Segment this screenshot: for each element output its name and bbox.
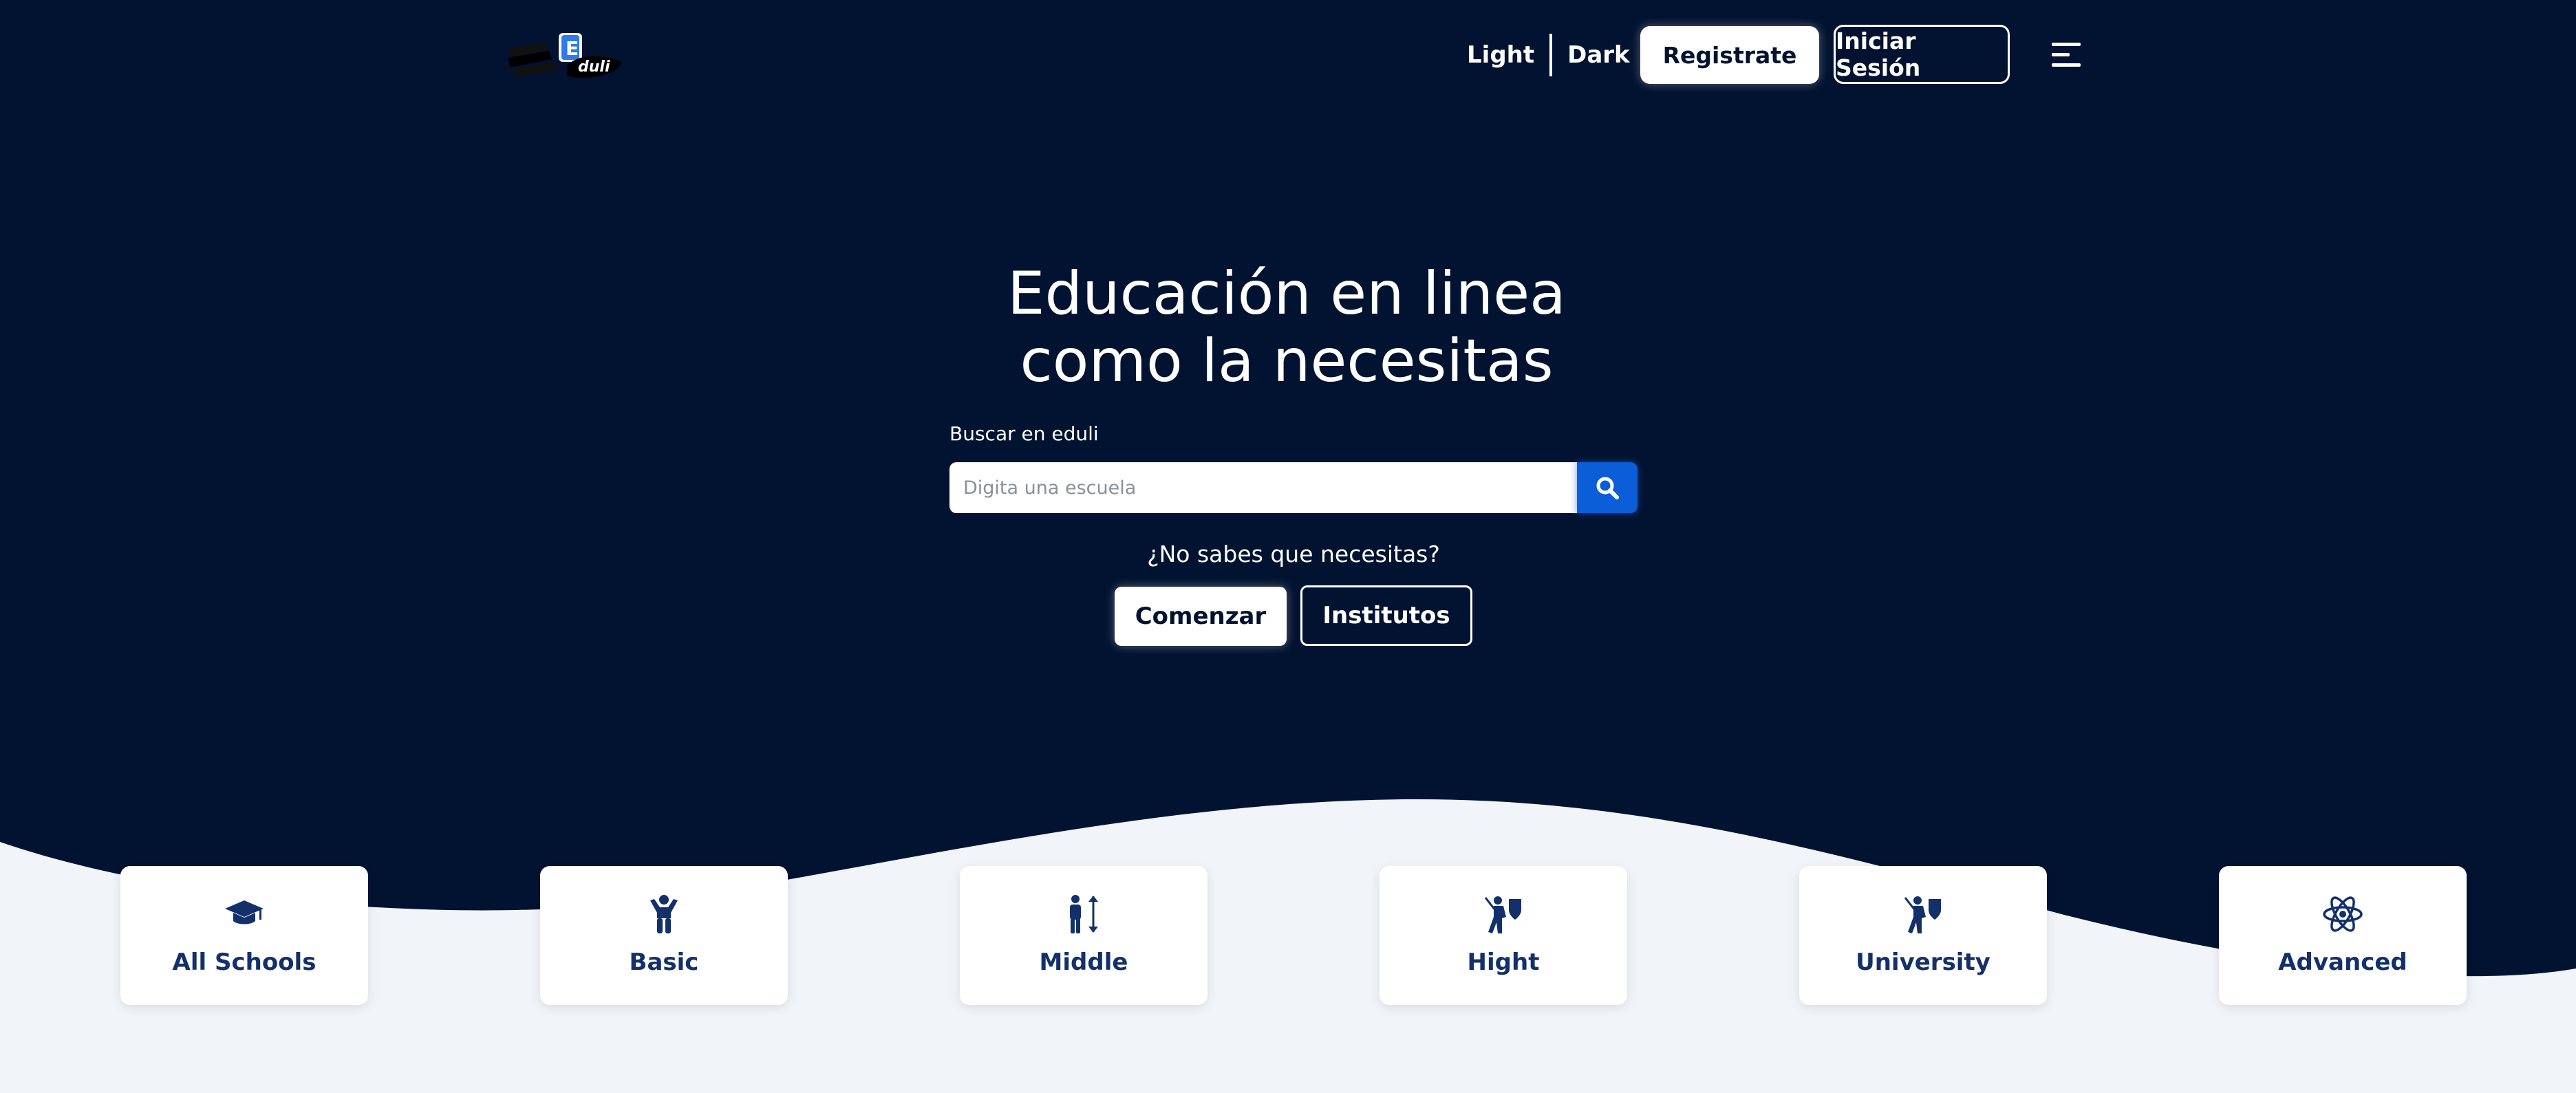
category-label: Middle [1039,949,1128,976]
institutes-button[interactable]: Institutos [1300,585,1472,646]
child-icon [650,895,678,933]
category-card-hight[interactable]: Hight [1380,866,1627,1005]
hero-title-line2: como la necesitas [1020,327,1554,396]
atom-icon [2323,896,2363,932]
category-card-middle[interactable]: Middle [960,866,1208,1005]
eduli-logo[interactable]: E duli [501,28,625,83]
search-button[interactable] [1577,462,1638,513]
category-card-all-schools[interactable]: All Schools [120,866,368,1005]
knight-shield-icon [1484,896,1521,933]
hero-title-line1: Educación en linea [1007,259,1566,328]
start-button[interactable]: Comenzar [1115,587,1287,646]
category-label: Basic [629,949,699,976]
hamburger-menu-icon[interactable] [2050,40,2082,70]
graduation-cap-icon [225,900,264,924]
person-height-icon [1070,895,1098,933]
login-button[interactable]: Iniciar Sesión [1834,25,2010,84]
search-label: Buscar en eduli [949,422,1099,445]
category-label: Advanced [2278,949,2407,976]
school-search-input[interactable] [949,462,1577,513]
register-button[interactable]: Registrate [1640,26,1819,84]
svg-text:E: E [566,37,579,60]
theme-toggle: Light Dark [1452,33,1645,77]
category-label: Hight [1467,949,1540,976]
hero-title: Educación en linea como la necesitas [943,260,1631,395]
help-text: ¿No sabes que necesitas? [1147,541,1440,567]
category-card-advanced[interactable]: Advanced [2219,866,2467,1005]
landing-page: E duli Light Dark Registrate Iniciar Ses… [0,0,2576,1093]
theme-light-option[interactable]: Light [1452,41,1549,69]
search-icon [1596,477,1619,499]
category-label: University [1856,949,1990,976]
category-card-university[interactable]: University [1799,866,2047,1005]
svg-text:duli: duli [578,58,610,76]
category-card-basic[interactable]: Basic [540,866,788,1005]
knight-shield-icon [1904,896,1941,933]
theme-dark-option[interactable]: Dark [1552,41,1645,69]
category-label: All Schools [172,949,316,976]
